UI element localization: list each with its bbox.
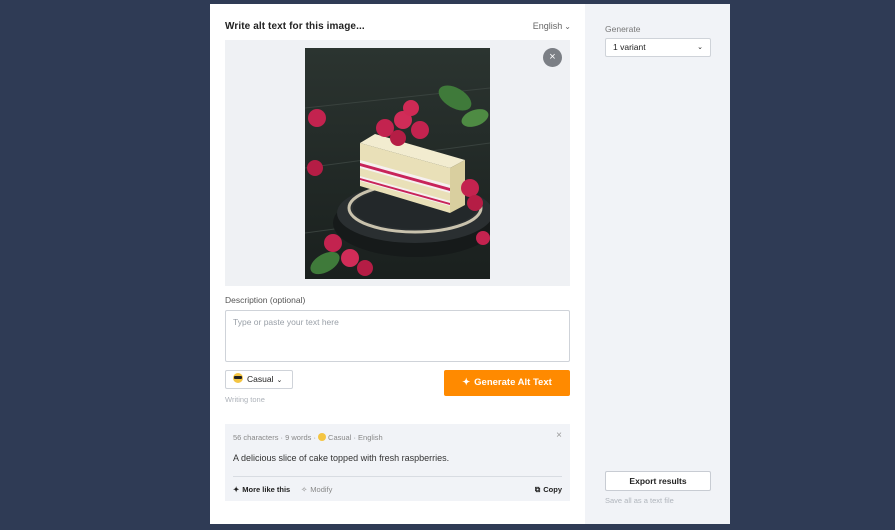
chevron-down-icon: ⌄ [276, 377, 283, 384]
close-icon: × [556, 430, 562, 441]
sparkle-icon: ✧ [301, 485, 308, 494]
writing-tone-select[interactable]: Casual ⌄ [225, 370, 293, 389]
page-title: Write alt text for this image... [225, 21, 365, 32]
generate-alt-text-button[interactable]: ✦ Generate Alt Text [444, 370, 570, 396]
result-card: 56 characters · 9 words · Casual · Engli… [225, 424, 570, 501]
copy-button[interactable]: ⧉ Copy [535, 485, 562, 495]
generate-label: Generate [605, 24, 641, 34]
chevron-down-icon: ⌄ [697, 44, 703, 51]
image-preview-area: × [225, 40, 570, 286]
alt-text-panel: Write alt text for this image... English… [210, 4, 730, 524]
writing-tone-label: Writing tone [225, 395, 265, 404]
sparkle-icon: ✦ [233, 485, 240, 494]
result-stats: 56 characters · 9 words · [233, 433, 319, 442]
sunglasses-emoji-icon [233, 373, 243, 383]
language-label: English [532, 21, 563, 31]
cake-photo-illustration [305, 48, 490, 279]
remove-image-button[interactable]: × [543, 48, 562, 67]
dismiss-result-button[interactable]: × [556, 430, 562, 441]
variant-value: 1 variant [613, 42, 646, 52]
description-input[interactable] [225, 310, 570, 362]
generate-label: Generate Alt Text [474, 377, 552, 388]
close-icon: × [549, 51, 556, 63]
sparkle-icon: ✦ [462, 377, 471, 388]
result-meta: 56 characters · 9 words · Casual · Engli… [233, 433, 383, 442]
result-language: · English [351, 433, 383, 442]
main-column: Write alt text for this image... English… [210, 4, 585, 524]
divider [233, 476, 562, 477]
tone-value: Casual [247, 374, 274, 384]
result-tone: Casual [328, 433, 352, 442]
uploaded-image [305, 48, 490, 279]
generated-alt-text: A delicious slice of cake topped with fr… [233, 453, 450, 463]
chevron-down-icon: ⌄ [564, 22, 571, 31]
language-selector[interactable]: English ⌄ [533, 21, 571, 31]
more-like-this-label: More like this [242, 485, 291, 494]
more-like-this-button[interactable]: ✦ More like this [233, 485, 290, 494]
modify-label: Modify [310, 485, 333, 494]
modify-button[interactable]: ✧ Modify [301, 485, 332, 494]
copy-label: Copy [543, 485, 562, 494]
export-subtitle: Save all as a text file [605, 496, 674, 505]
description-label: Description (optional) [225, 295, 306, 305]
sunglasses-emoji-icon [318, 433, 327, 441]
sidebar: Generate 1 variant ⌄ Export results Save… [585, 4, 730, 524]
variant-count-select[interactable]: 1 variant ⌄ [605, 38, 711, 57]
copy-icon: ⧉ [534, 485, 541, 494]
export-results-button[interactable]: Export results [605, 471, 711, 491]
